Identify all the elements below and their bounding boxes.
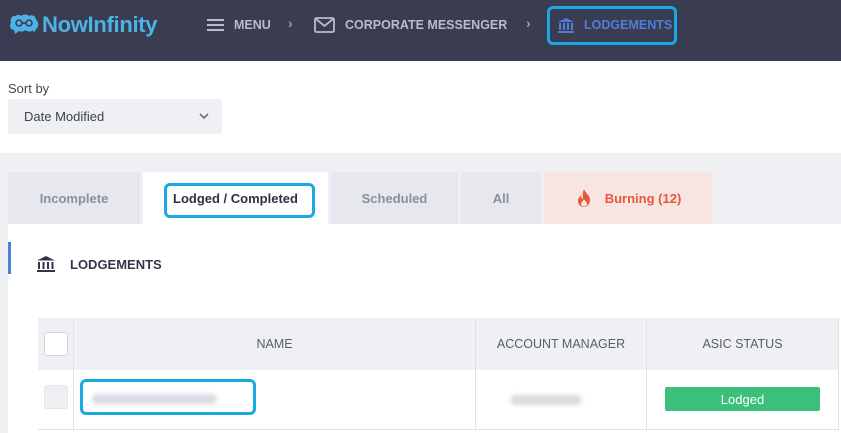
envelope-icon <box>314 17 335 33</box>
breadcrumb-separator: › <box>526 15 531 31</box>
tab-incomplete-label: Incomplete <box>39 190 109 206</box>
select-all-header <box>38 318 74 370</box>
status-badge: Lodged <box>665 387 820 411</box>
chevron-down-icon <box>199 113 209 120</box>
column-header-name-label: NAME <box>256 337 293 351</box>
row-checkbox[interactable] <box>43 384 68 409</box>
tab-all[interactable]: All <box>461 172 541 224</box>
bank-building-icon <box>37 256 55 272</box>
column-header-account-manager[interactable]: ACCOUNT MANAGER <box>476 318 647 370</box>
redacted-name-text <box>92 394 217 404</box>
sort-label: Sort by <box>8 81 50 96</box>
breadcrumb-corporate-messenger[interactable]: CORPORATE MESSENGER <box>314 15 507 35</box>
column-header-name[interactable]: NAME <box>74 318 476 370</box>
brain-logo-icon <box>10 14 39 34</box>
section-accent-bar <box>8 242 11 274</box>
brand-logo[interactable]: NowInfinity <box>9 10 158 40</box>
tab-burning-label: Burning (12) <box>604 190 682 206</box>
column-header-account-manager-label: ACCOUNT MANAGER <box>496 337 626 351</box>
top-nav-bar: NowInfinity MENU › CORPORATE MESSENGER ›… <box>0 0 841 61</box>
hamburger-menu-icon <box>207 19 224 31</box>
column-header-asic-status[interactable]: ASIC STATUS <box>647 318 839 370</box>
breadcrumb-lodgements-label: LODGEMENTS <box>584 18 673 32</box>
bank-building-icon <box>558 17 574 33</box>
table-row-checkbox-cell <box>38 370 74 430</box>
sort-select[interactable]: Date Modified <box>8 99 222 134</box>
sort-select-value: Date Modified <box>24 109 105 124</box>
column-header-asic-status-label: ASIC STATUS <box>702 337 783 351</box>
tab-all-label: All <box>492 190 510 206</box>
status-badge-label: Lodged <box>720 391 765 407</box>
brand-name: NowInfinity <box>42 12 158 37</box>
tab-scheduled[interactable]: Scheduled <box>331 172 458 224</box>
breadcrumb-lodgements[interactable]: LODGEMENTS <box>557 15 672 35</box>
tab-lodged-completed[interactable]: Lodged / Completed <box>143 172 328 224</box>
section-title-label: LODGEMENTS <box>70 256 162 272</box>
tab-scheduled-label: Scheduled <box>361 190 428 206</box>
menu-button[interactable]: MENU <box>207 15 271 35</box>
fire-icon <box>577 189 590 207</box>
breadcrumb-corporate-messenger-label: CORPORATE MESSENGER <box>345 18 508 32</box>
menu-label: MENU <box>234 18 271 32</box>
tab-incomplete[interactable]: Incomplete <box>8 172 140 224</box>
select-all-checkbox[interactable] <box>43 332 68 356</box>
section-title: LODGEMENTS <box>36 255 162 273</box>
tab-burning[interactable]: Burning (12) <box>544 172 712 224</box>
sort-section: Sort by Date Modified <box>0 61 841 153</box>
tab-lodged-completed-label: Lodged / Completed <box>173 190 298 206</box>
redacted-account-manager-text <box>510 395 582 405</box>
breadcrumb-separator: › <box>288 15 293 31</box>
